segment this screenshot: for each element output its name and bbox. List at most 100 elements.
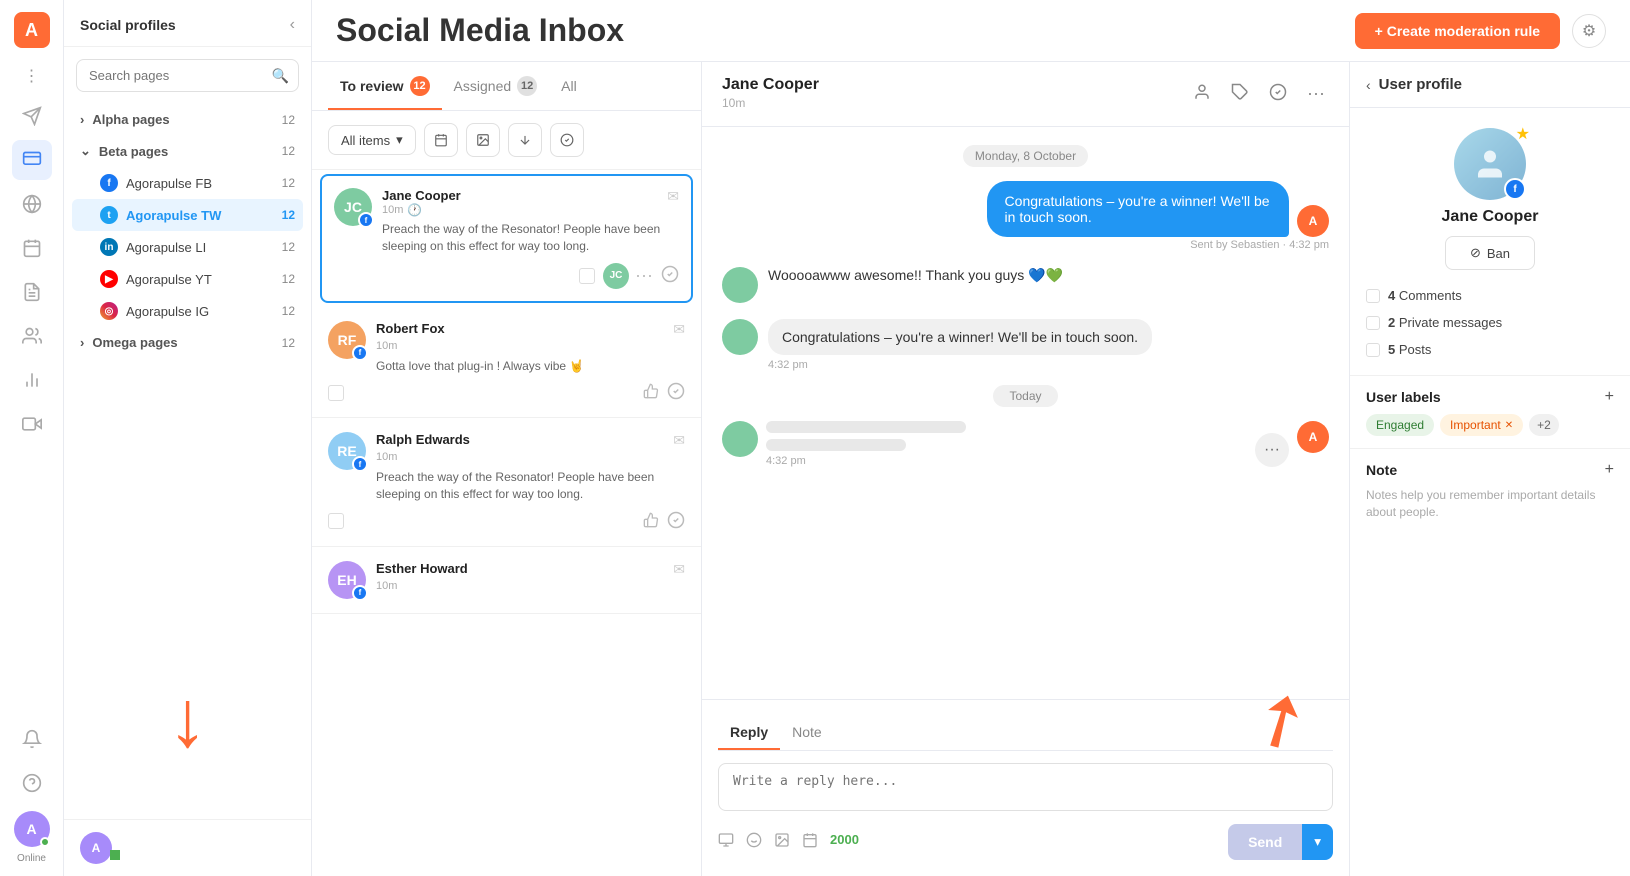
search-input[interactable]	[76, 59, 299, 92]
like-button-ralph[interactable]	[643, 512, 659, 531]
message-options-button[interactable]: ···	[1255, 433, 1289, 467]
note-tab[interactable]: Note	[780, 716, 834, 750]
image-filter-button[interactable]	[466, 123, 500, 157]
conv-user-name: Jane Cooper	[722, 76, 819, 94]
user-profile-icon[interactable]	[1189, 79, 1215, 110]
calendar-tool[interactable]	[802, 832, 818, 853]
ralph-time: 10m	[376, 451, 397, 463]
calendar-filter-button[interactable]	[424, 123, 458, 157]
message-card-jane-cooper[interactable]: JC f Jane Cooper	[320, 174, 693, 303]
create-moderation-button[interactable]: + Create moderation rule	[1355, 13, 1560, 49]
more-options-icon[interactable]: ···	[635, 265, 653, 286]
tab-to-review[interactable]: To review 12	[328, 62, 442, 110]
stat-posts[interactable]: 5 Posts	[1366, 336, 1614, 363]
add-label-button[interactable]: +	[1605, 388, 1614, 406]
jane-conv-avatar-3	[722, 421, 758, 457]
posts-checkbox[interactable]	[1366, 343, 1380, 357]
robert-message-text: Gotta love that plug-in ! Always vibe 🤘	[376, 358, 685, 375]
label-important[interactable]: Important ✕	[1440, 414, 1523, 436]
message-card-esther-howard[interactable]: EH f Esther Howard 10m ✉	[312, 547, 701, 614]
jane-cooper-avatar: JC f	[334, 188, 372, 226]
online-indicator	[40, 837, 50, 847]
profile-avatar-wrapper: f ★	[1454, 128, 1526, 200]
conv-actions: ···	[1189, 79, 1329, 110]
check-button-robert[interactable]	[667, 382, 685, 403]
sidebar-item-agorapulse-li[interactable]: in Agorapulse LI 12	[72, 231, 303, 263]
comments-checkbox[interactable]	[1366, 289, 1380, 303]
check-button-ralph[interactable]	[667, 511, 685, 532]
nav-document[interactable]	[12, 272, 52, 312]
robert-checkbox[interactable]	[328, 385, 344, 401]
li-icon: in	[100, 238, 118, 256]
conversation-messages: Monday, 8 October Congratulations – you'…	[702, 127, 1349, 699]
posts-label: 5 Posts	[1388, 342, 1431, 357]
label-more[interactable]: +2	[1529, 414, 1559, 436]
check-filter-button[interactable]	[550, 123, 584, 157]
nav-send[interactable]	[12, 96, 52, 136]
ralph-checkbox[interactable]	[328, 513, 344, 529]
label-close-icon[interactable]: ✕	[1505, 420, 1513, 431]
ralph-platform-badge: f	[352, 456, 368, 472]
emoji-tool[interactable]	[746, 832, 762, 853]
smiley-tool[interactable]	[718, 832, 734, 853]
nav-video[interactable]	[12, 404, 52, 444]
yt-icon: ▶	[100, 270, 118, 288]
nav-people[interactable]	[12, 316, 52, 356]
send-button[interactable]: Send	[1228, 824, 1302, 860]
arrow-down-container: ↓	[64, 358, 311, 819]
labels-title: User labels	[1366, 389, 1441, 405]
sidebar-item-agorapulse-tw[interactable]: t Agorapulse TW 12	[72, 199, 303, 231]
settings-icon[interactable]: ⚙	[1572, 14, 1606, 48]
sidebar-close-button[interactable]: ‹	[290, 16, 295, 34]
stat-comments[interactable]: 4 Comments	[1366, 282, 1614, 309]
sent-by-info: Sent by Sebastien · 4:32 pm	[897, 239, 1329, 251]
tw-count: 12	[282, 208, 295, 222]
nav-help[interactable]	[12, 763, 52, 803]
nav-chart[interactable]	[12, 360, 52, 400]
sidebar-item-agorapulse-ig[interactable]: ◎ Agorapulse IG 12	[72, 295, 303, 327]
sort-button[interactable]	[508, 123, 542, 157]
reply-tab[interactable]: Reply	[718, 716, 780, 750]
sidebar-group-beta[interactable]: ⌄ Beta pages 12	[72, 135, 303, 167]
menu-dots[interactable]: ⋮	[18, 60, 46, 92]
tab-assigned[interactable]: Assigned 12	[442, 62, 550, 110]
add-note-button[interactable]: +	[1605, 461, 1614, 479]
sidebar-group-alpha[interactable]: › Alpha pages 12	[72, 104, 303, 135]
icon-bar: A ⋮	[0, 0, 64, 876]
reply-input[interactable]	[718, 763, 1333, 811]
nav-globe[interactable]	[12, 184, 52, 224]
sidebar-group-omega[interactable]: › Omega pages 12	[72, 327, 303, 358]
nav-inbox[interactable]	[12, 140, 52, 180]
jane-checkbox[interactable]	[579, 268, 595, 284]
dropdown-chevron-icon: ▾	[396, 132, 403, 148]
like-button-robert[interactable]	[643, 383, 659, 402]
send-dropdown-button[interactable]: ▾	[1302, 824, 1333, 860]
private-messages-checkbox[interactable]	[1366, 316, 1380, 330]
incoming-message-1: Wooooawww awesome!! Thank you guys 💙💚	[722, 267, 1329, 303]
nav-bell[interactable]	[12, 719, 52, 759]
image-tool[interactable]	[774, 832, 790, 853]
tab-all[interactable]: All	[549, 64, 589, 108]
sidebar-item-agorapulse-fb[interactable]: f Agorapulse FB 12	[72, 167, 303, 199]
more-actions-icon[interactable]: ···	[1303, 79, 1329, 110]
ig-icon: ◎	[100, 302, 118, 320]
top-header: Social Media Inbox + Create moderation r…	[312, 0, 1630, 62]
message-card-ralph-edwards[interactable]: RE f Ralph Edwards 10m ✉	[312, 418, 701, 547]
approve-button[interactable]	[661, 265, 679, 286]
all-items-dropdown[interactable]: All items ▾	[328, 125, 416, 155]
profile-back-button[interactable]: ‹	[1366, 77, 1371, 93]
check-action-icon[interactable]	[1265, 79, 1291, 110]
beta-count: 12	[282, 144, 295, 158]
label-engaged[interactable]: Engaged	[1366, 414, 1434, 436]
esther-author: Esther Howard	[376, 561, 468, 576]
label-icon[interactable]	[1227, 79, 1253, 110]
ban-button[interactable]: ⊘ Ban	[1445, 236, 1535, 270]
message-card-robert-fox[interactable]: RF f Robert Fox 10m ✉	[312, 307, 701, 419]
sidebar-item-agorapulse-yt[interactable]: ▶ Agorapulse YT 12	[72, 263, 303, 295]
omega-count: 12	[282, 336, 295, 350]
ralph-edwards-avatar: RE f	[328, 432, 366, 470]
nav-calendar[interactable]	[12, 228, 52, 268]
sidebar-group-beta-label: ⌄ Beta pages	[80, 143, 168, 159]
app-container: A ⋮	[0, 0, 1630, 876]
stat-private-messages[interactable]: 2 Private messages	[1366, 309, 1614, 336]
